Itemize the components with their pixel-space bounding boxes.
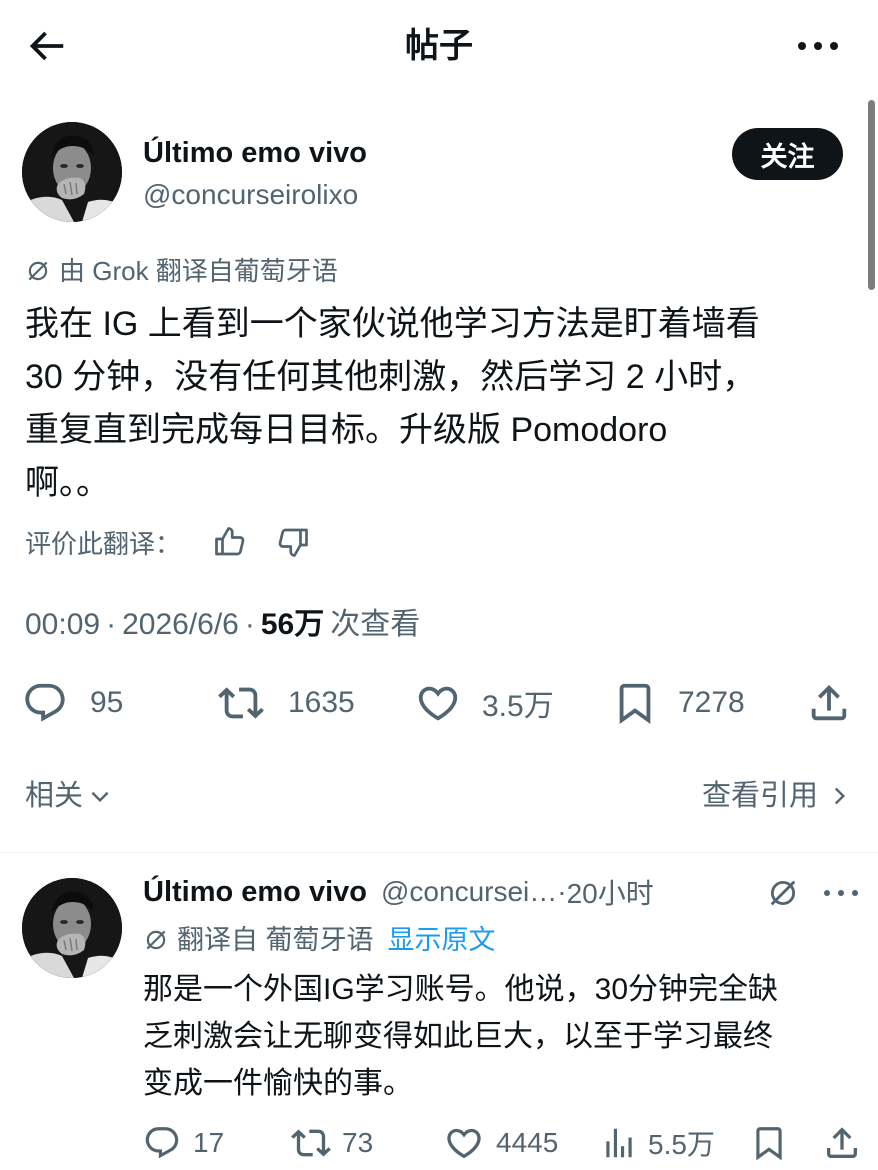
post-text-line: 重复直到完成每日目标。升级版 Pomodoro — [25, 411, 668, 449]
related-dropdown[interactable]: 相关 — [25, 776, 113, 816]
heart-icon — [444, 1123, 484, 1163]
thumbs-down-button[interactable] — [275, 524, 311, 560]
repost-icon — [216, 680, 266, 726]
reply-repost-button[interactable]: 73 — [290, 1122, 373, 1164]
reply-count: 17 — [193, 1127, 225, 1158]
like-count: 3.5万 — [482, 690, 554, 723]
views-icon — [600, 1123, 638, 1163]
like-button[interactable]: 3.5万 — [414, 680, 554, 726]
repost-count: 1635 — [288, 686, 355, 719]
reply-author-name[interactable]: Último emo vivo — [143, 874, 367, 910]
meta-separator: · — [244, 608, 255, 641]
bookmark-icon — [612, 680, 658, 726]
author-handle[interactable]: @concurseirolixo — [143, 177, 358, 213]
reply-like-button[interactable]: 4445 — [444, 1122, 558, 1164]
author-avatar[interactable] — [22, 122, 122, 222]
thumbs-down-icon — [278, 528, 308, 557]
post-date: 2026/6/6 — [122, 608, 239, 641]
more-dots-icon — [824, 890, 858, 896]
post-text: 我在 IG 上看到一个家伙说他学习方法是盯着墙看 30 分钟，没有任何其他刺激，… — [25, 298, 870, 510]
reply-translation-text: 翻译自 葡萄牙语 — [177, 925, 374, 955]
divider — [0, 852, 878, 853]
time-separator: · — [557, 876, 567, 907]
rate-translation-row: 评价此翻译： — [25, 522, 181, 562]
reply-bookmark-button[interactable] — [750, 1122, 788, 1164]
post-meta: 00:09 · 2026/6/6 · 56万 次查看 — [25, 604, 420, 646]
meta-separator: · — [106, 608, 117, 641]
reply-button[interactable]: 95 — [22, 680, 123, 726]
author-name[interactable]: Último emo vivo — [143, 135, 367, 171]
reply-more-button[interactable] — [820, 876, 862, 910]
related-label: 相关 — [25, 780, 84, 812]
rate-translation-label: 评价此翻译： — [25, 528, 182, 559]
share-icon — [822, 1123, 862, 1163]
translation-note: 由 Grok 翻译自葡萄牙语 — [25, 254, 338, 288]
repost-count: 73 — [342, 1127, 374, 1158]
post-time: 00:09 — [25, 608, 101, 641]
thumbs-up-icon — [215, 527, 245, 556]
reply-header: Último emo vivo @concursei… · 20小时 — [143, 872, 758, 912]
show-original-link[interactable]: 显示原文 — [388, 922, 496, 958]
reply-text: 那是一个外国IG学习账号。他说，30分钟完全缺 乏刺激会让无聊变得如此巨大，以至… — [143, 966, 868, 1107]
post-text-line: 啊。。 — [25, 464, 110, 502]
translation-note-text: 由 Grok 翻译自葡萄牙语 — [59, 256, 338, 286]
post-text-line: 我在 IG 上看到一个家伙说他学习方法是盯着墙看 — [25, 305, 760, 343]
bookmark-icon — [750, 1123, 788, 1163]
reply-text-line: 那是一个外国IG学习账号。他说，30分钟完全缺 — [143, 973, 779, 1006]
more-options-button[interactable] — [794, 23, 842, 69]
reply-share-button[interactable] — [822, 1122, 862, 1164]
avatar-image — [22, 122, 122, 222]
heart-icon — [414, 680, 462, 726]
like-count: 4445 — [496, 1127, 559, 1158]
reply-icon — [22, 680, 68, 726]
thumbs-up-button[interactable] — [212, 524, 248, 560]
share-icon — [806, 680, 852, 726]
grok-icon — [143, 927, 169, 953]
reply-author-handle[interactable]: @concursei… — [381, 874, 557, 910]
more-dots-icon — [798, 42, 838, 50]
repost-icon — [290, 1123, 332, 1163]
avatar-image — [22, 878, 122, 978]
follow-button[interactable]: 关注 — [732, 128, 843, 180]
view-quotes-label: 查看引用 — [701, 780, 818, 812]
views-count: 5.5万 — [648, 1129, 715, 1160]
reply-reply-button[interactable]: 17 — [143, 1122, 224, 1164]
reply-icon — [143, 1123, 181, 1163]
reply-count: 95 — [90, 686, 124, 719]
page-title: 帖子 — [405, 27, 473, 65]
post-text-line: 30 分钟，没有任何其他刺激，然后学习 2 小时， — [25, 358, 757, 396]
views-label: 次查看 — [330, 608, 421, 641]
grok-icon — [25, 258, 51, 284]
bookmark-button[interactable]: 7278 — [612, 680, 745, 726]
reply-time[interactable]: 20小时 — [567, 872, 654, 912]
share-button[interactable] — [806, 680, 852, 726]
view-quotes-link[interactable]: 查看引用 — [702, 776, 852, 816]
reply-translation-note: 翻译自 葡萄牙语 显示原文 — [143, 922, 496, 958]
reply-text-line: 变成一件愉快的事。 — [143, 1067, 413, 1100]
grok-icon — [770, 880, 796, 906]
reply-views-button[interactable]: 5.5万 — [600, 1122, 715, 1164]
reply-author-avatar[interactable] — [22, 878, 122, 978]
grok-button[interactable] — [766, 876, 800, 910]
bookmark-count: 7278 — [678, 686, 745, 719]
reply-text-line: 乏刺激会让无聊变得如此巨大，以至于学习最终 — [143, 1020, 773, 1053]
views-count[interactable]: 56万 — [261, 608, 324, 641]
chevron-right-icon — [826, 783, 852, 809]
scrollbar-thumb[interactable] — [868, 100, 875, 290]
chevron-down-icon — [87, 783, 113, 809]
repost-button[interactable]: 1635 — [216, 680, 355, 726]
